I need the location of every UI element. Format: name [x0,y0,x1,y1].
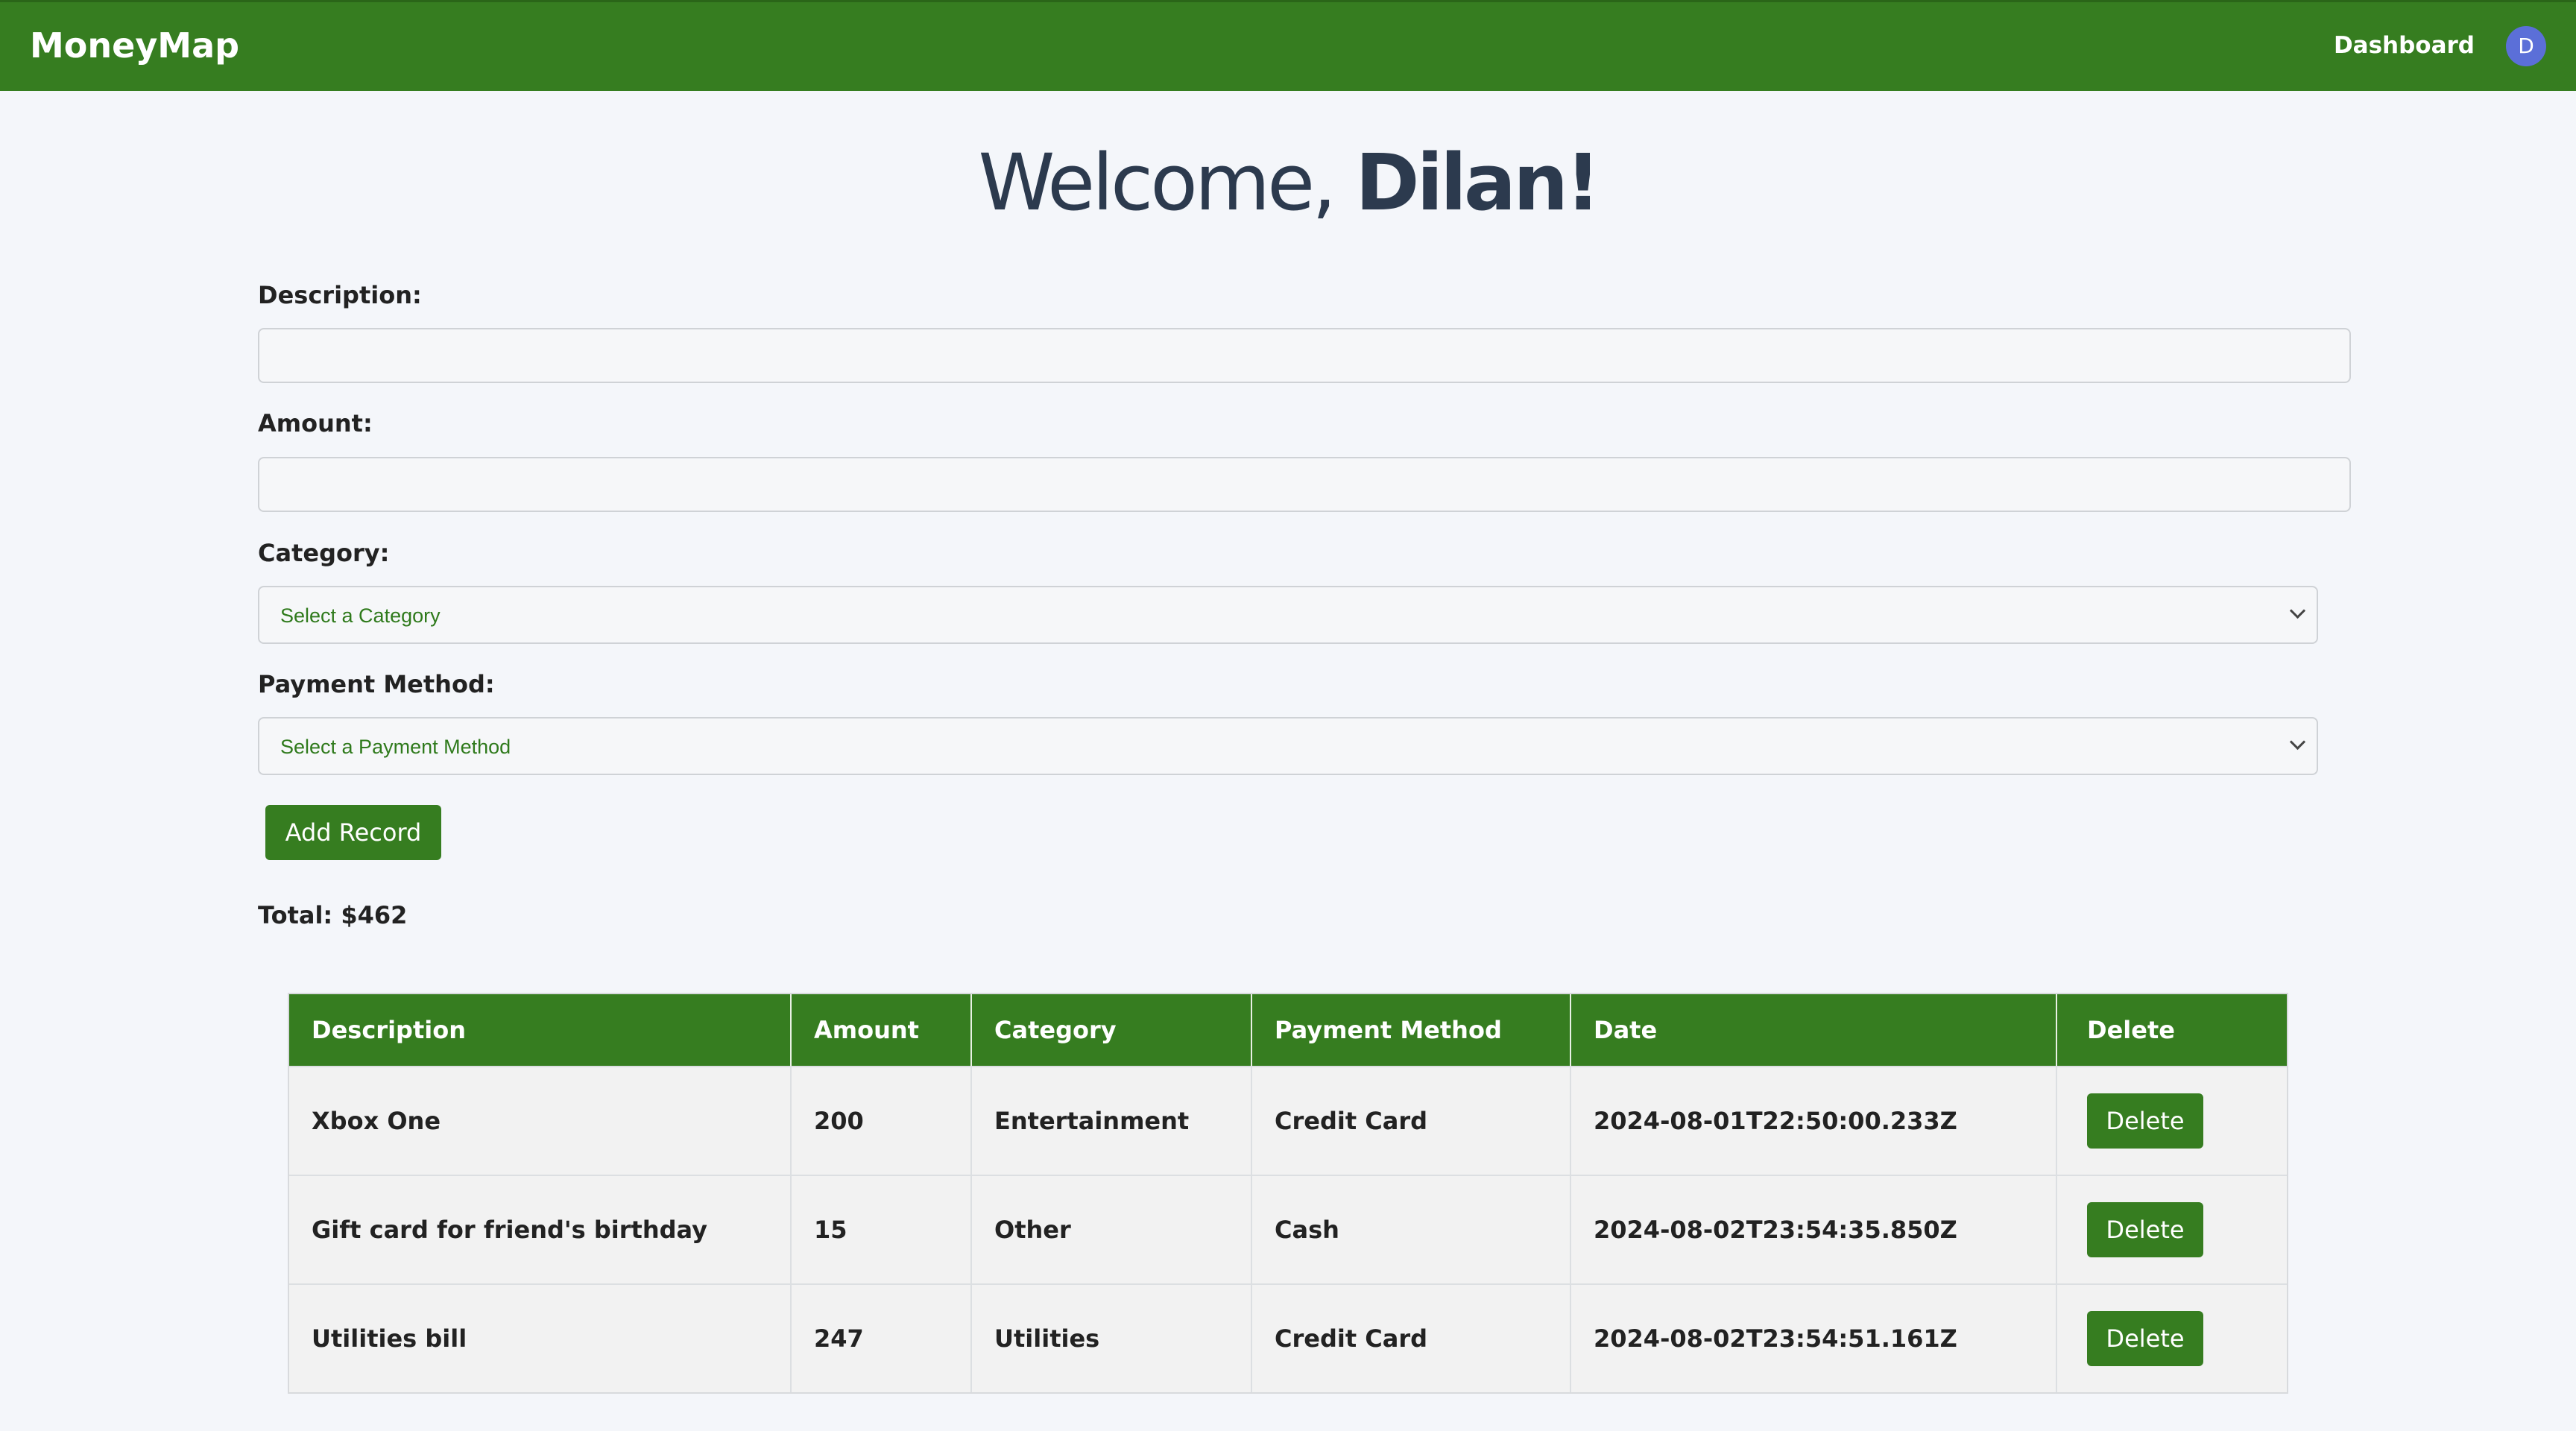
category-selected-value: Select a Category [280,604,441,627]
brand-logo[interactable]: MoneyMap [30,23,239,68]
welcome-greeting: Welcome, [978,137,1336,228]
row-payment-method: Credit Card [1251,1067,1570,1175]
avatar[interactable]: D [2506,26,2546,66]
description-input[interactable] [258,328,2351,383]
row-category: Entertainment [970,1067,1251,1175]
chevron-down-icon [2289,733,2306,751]
row-amount: 15 [790,1176,970,1283]
amount-input[interactable] [258,457,2351,512]
column-header-category: Category [970,994,1251,1066]
row-date: 2024-08-02T23:54:51.161Z [1570,1285,2056,1392]
welcome-user-name: Dilan! [1355,137,1600,228]
table-row: Xbox One 200 Entertainment Credit Card 2… [289,1066,2287,1175]
add-record-button[interactable]: Add Record [265,805,441,860]
row-description: Gift card for friend's birthday [312,1216,707,1244]
row-payment-method: Credit Card [1251,1285,1570,1392]
column-header-delete: Delete [2056,994,2287,1066]
delete-button[interactable]: Delete [2087,1202,2203,1257]
payment-method-select[interactable]: Select a Payment Method [258,717,2318,775]
column-header-amount: Amount [790,994,970,1066]
column-header-date: Date [1570,994,2056,1066]
category-select[interactable]: Select a Category [258,586,2318,644]
delete-button[interactable]: Delete [2087,1093,2203,1149]
delete-button[interactable]: Delete [2087,1311,2203,1366]
row-description: Xbox One [312,1107,441,1135]
payment-method-selected-value: Select a Payment Method [280,736,511,758]
amount-label: Amount: [258,409,373,437]
row-delete-cell: Delete [2056,1176,2287,1283]
row-amount: 200 [790,1067,970,1175]
table-header-row: Description Amount Category Payment Meth… [289,994,2287,1066]
chevron-down-icon [2289,602,2306,619]
row-category: Utilities [970,1285,1251,1392]
page-title: Welcome, Dilan! [0,134,2576,231]
table-row: Utilities bill 247 Utilities Credit Card… [289,1283,2287,1392]
category-label: Category: [258,539,390,567]
row-delete-cell: Delete [2056,1067,2287,1175]
column-header-description: Description [312,1016,466,1044]
description-label: Description: [258,281,422,309]
row-description: Utilities bill [312,1324,467,1353]
records-table: Description Amount Category Payment Meth… [288,993,2288,1394]
column-header-payment-method: Payment Method [1251,994,1570,1066]
top-navbar: MoneyMap Dashboard D [0,0,2576,91]
row-amount: 247 [790,1285,970,1392]
dashboard-link[interactable]: Dashboard [2334,29,2475,62]
row-date: 2024-08-02T23:54:35.850Z [1570,1176,2056,1283]
total-amount: Total: $462 [258,901,408,929]
row-payment-method: Cash [1251,1176,1570,1283]
payment-method-label: Payment Method: [258,670,495,698]
row-delete-cell: Delete [2056,1285,2287,1392]
row-category: Other [970,1176,1251,1283]
table-row: Gift card for friend's birthday 15 Other… [289,1175,2287,1283]
row-date: 2024-08-01T22:50:00.233Z [1570,1067,2056,1175]
